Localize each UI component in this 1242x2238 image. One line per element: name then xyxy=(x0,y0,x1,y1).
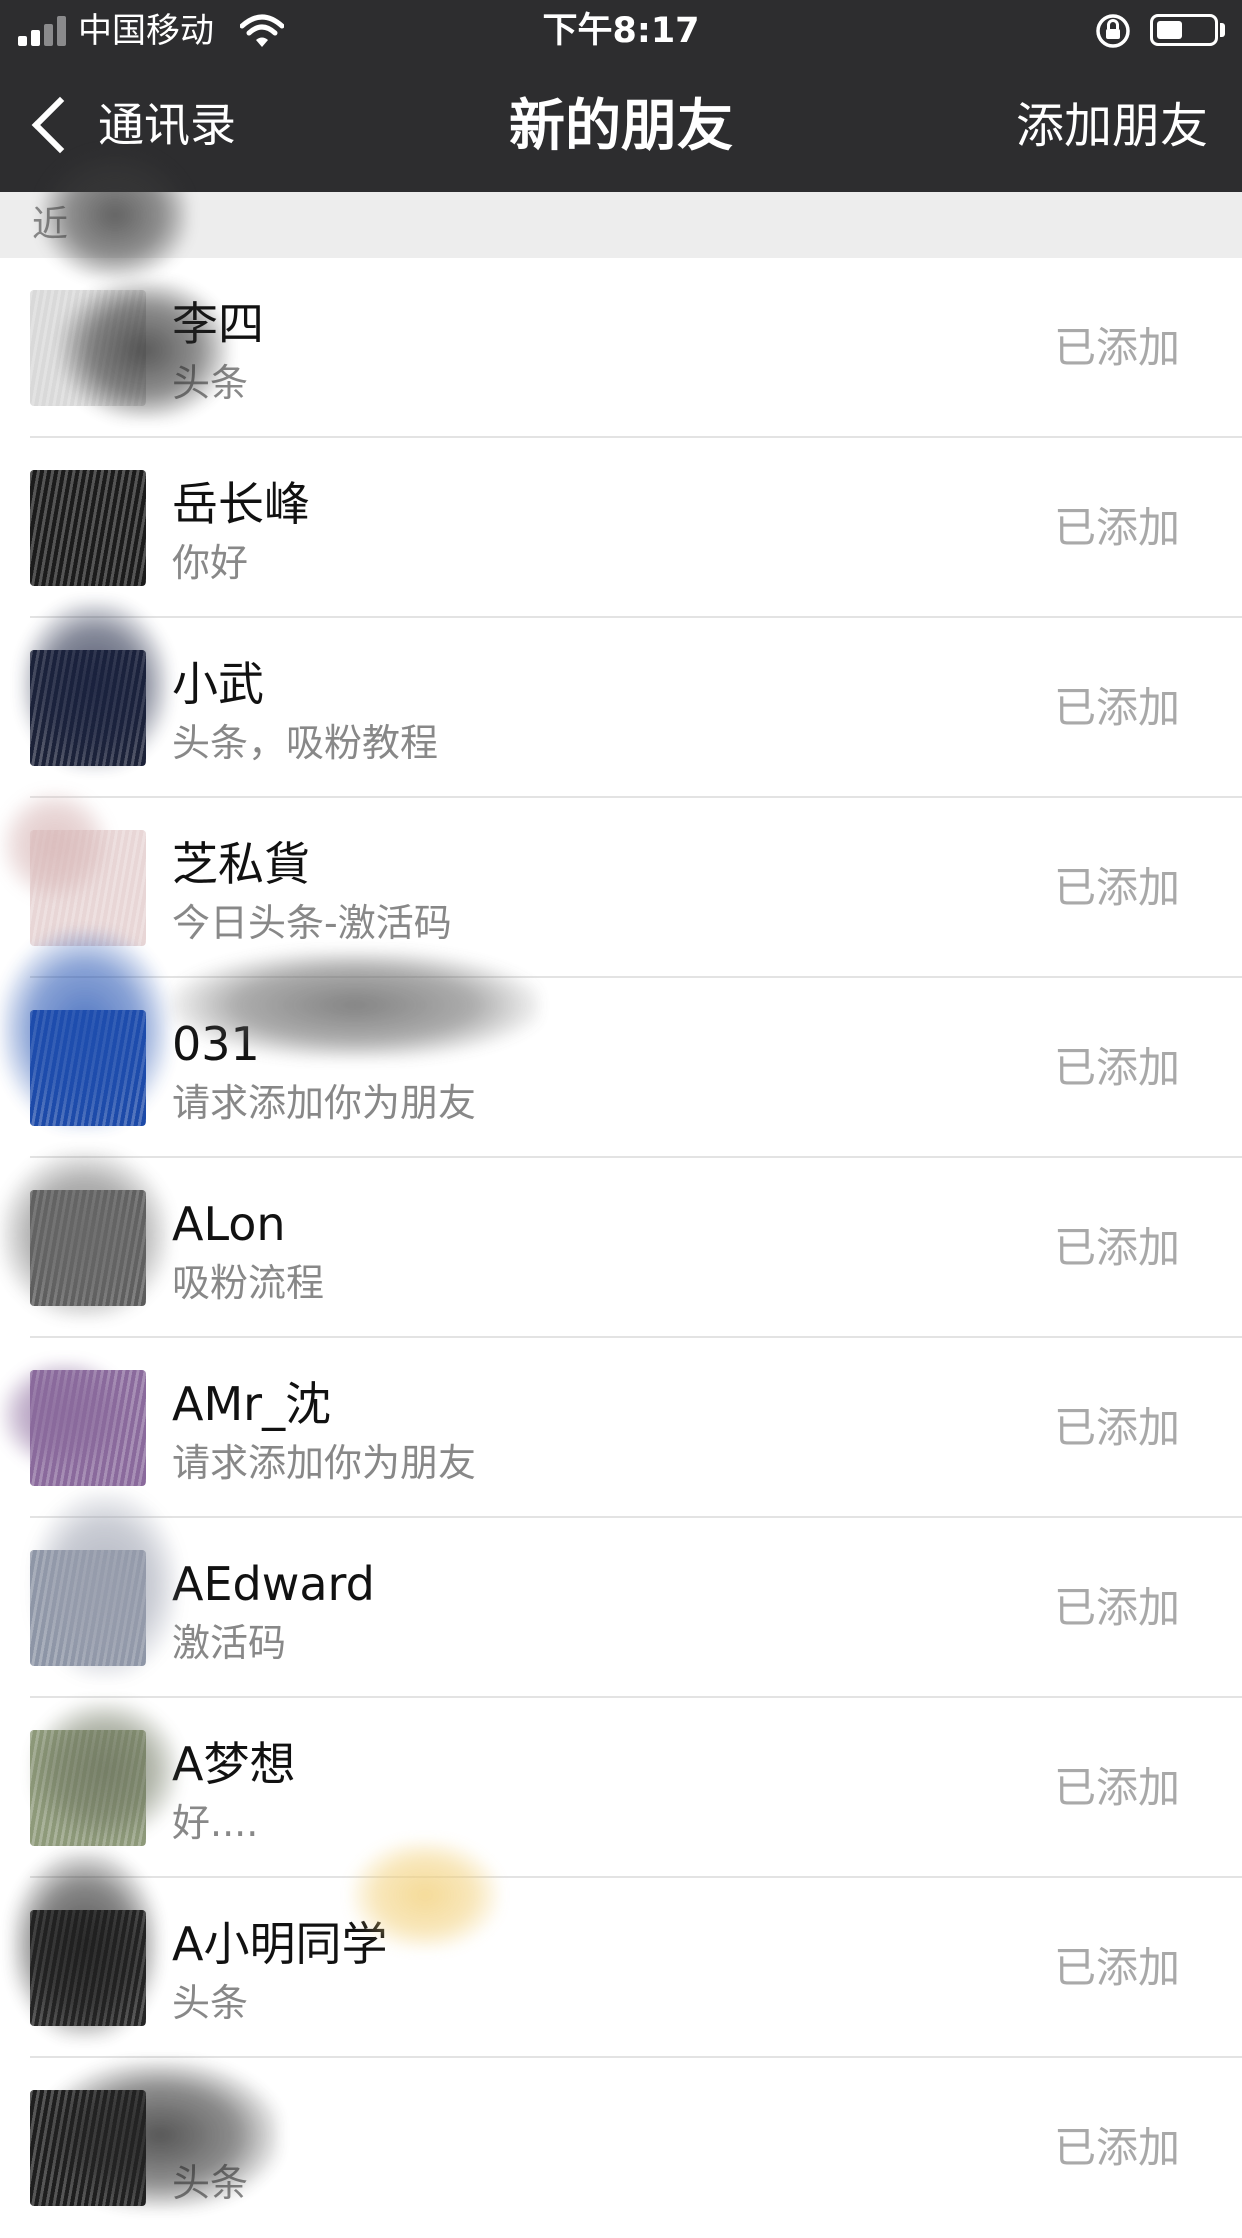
avatar-redaction xyxy=(30,2090,146,2206)
added-status-label: 已添加 xyxy=(1053,1583,1180,1632)
request-message: 头条，吸粉教程 xyxy=(172,721,439,765)
contact-name: 岳长峰 xyxy=(172,477,310,531)
request-message: 头条 xyxy=(172,1981,249,2025)
added-status-label: 已添加 xyxy=(1053,2123,1180,2172)
friend-request-row[interactable]: 李四头条 已添加 xyxy=(0,258,1242,438)
contact-name: A小明同学 xyxy=(172,1917,388,1971)
avatar-redaction xyxy=(30,650,146,766)
contact-name: AEdward xyxy=(172,1557,375,1611)
avatar-redaction xyxy=(30,290,146,406)
avatar[interactable] xyxy=(30,2090,146,2206)
avatar-redaction xyxy=(30,1550,146,1666)
section-header: 近 xyxy=(0,192,1242,258)
contact-name: 小武 xyxy=(172,657,264,711)
avatar-redaction xyxy=(30,1190,146,1306)
contact-name: AMr_沈 xyxy=(172,1377,332,1431)
avatar[interactable] xyxy=(30,1010,146,1126)
request-message: 你好 xyxy=(172,541,249,585)
avatar-redaction xyxy=(30,1730,146,1846)
contact-name: A梦想 xyxy=(172,1737,296,1791)
friend-request-row[interactable]: A小明同学头条 已添加 xyxy=(0,1878,1242,2058)
friend-request-row[interactable]: AMr_沈请求添加你为朋友 已添加 xyxy=(0,1338,1242,1518)
friend-request-list: 李四 头条 已添加 岳长峰 你好 已添加 小武 头条，吸粉教程 已添加 芝私貨 今日头条-激活码 已添… xyxy=(0,258,1242,2238)
status-bar: 中国移动 下午8:17 xyxy=(0,0,1242,62)
orientation-lock-icon xyxy=(1096,14,1130,48)
friend-request-row[interactable]: 头条 已添加 xyxy=(0,2058,1242,2238)
request-message: 激活码 xyxy=(172,1621,287,1665)
section-label: 近 xyxy=(32,204,69,245)
avatar[interactable] xyxy=(30,1910,146,2026)
added-status-label: 已添加 xyxy=(1053,863,1180,912)
added-status-label: 已添加 xyxy=(1053,1403,1180,1452)
friend-request-row[interactable]: 031 请求添加你为朋友 已添加 xyxy=(0,978,1242,1158)
added-status-label: 已添加 xyxy=(1053,683,1180,732)
friend-request-row[interactable]: 岳长峰你好 已添加 xyxy=(0,438,1242,618)
request-message: 好.... xyxy=(172,1801,259,1845)
contact-name: 芝私貨 xyxy=(172,837,310,891)
request-message: 吸粉流程 xyxy=(172,1261,325,1305)
avatar-redaction xyxy=(30,470,146,586)
added-status-label: 已添加 xyxy=(1053,1223,1180,1272)
avatar-redaction xyxy=(30,1010,146,1126)
added-status-label: 已添加 xyxy=(1053,1763,1180,1812)
status-time: 下午8:17 xyxy=(542,11,700,51)
friend-request-row[interactable]: 芝私貨今日头条-激活码 已添加 xyxy=(0,798,1242,978)
avatar[interactable] xyxy=(30,290,146,406)
contact-name: 李四 xyxy=(172,297,264,351)
contact-name: ALon xyxy=(172,1197,286,1251)
navigation-bar: 通讯录 新的朋友 添加朋友 xyxy=(0,62,1242,192)
avatar-redaction xyxy=(30,1910,146,2026)
add-friend-button[interactable]: 添加朋友 xyxy=(1016,94,1208,158)
request-message: 头条 xyxy=(172,361,249,405)
avatar[interactable] xyxy=(30,1190,146,1306)
battery-tip xyxy=(1220,23,1225,37)
added-status-label: 已添加 xyxy=(1053,1043,1180,1092)
added-status-label: 已添加 xyxy=(1053,1943,1180,1992)
battery-icon xyxy=(1150,14,1218,46)
friend-request-row[interactable]: A梦想好.... 已添加 xyxy=(0,1698,1242,1878)
friend-request-row[interactable]: ALon 吸粉流程 已添加 xyxy=(0,1158,1242,1338)
avatar[interactable] xyxy=(30,1730,146,1846)
top-chrome: 中国移动 下午8:17 通讯录 新的朋友 添加朋友 xyxy=(0,0,1242,192)
avatar[interactable] xyxy=(30,650,146,766)
avatar[interactable] xyxy=(30,1370,146,1486)
avatar-redaction xyxy=(30,830,146,946)
avatar[interactable] xyxy=(30,830,146,946)
avatar[interactable] xyxy=(30,470,146,586)
request-message: 请求添加你为朋友 xyxy=(172,1081,477,1125)
request-message: 头条 xyxy=(172,2161,249,2205)
friend-request-row[interactable]: AEdward 激活码 已添加 xyxy=(0,1518,1242,1698)
added-status-label: 已添加 xyxy=(1053,503,1180,552)
request-message: 请求添加你为朋友 xyxy=(172,1441,477,1485)
contact-name: 031 xyxy=(172,1017,260,1071)
avatar-redaction xyxy=(30,1370,146,1486)
added-status-label: 已添加 xyxy=(1053,323,1180,372)
request-message: 今日头条-激活码 xyxy=(172,901,452,945)
friend-request-row[interactable]: 小武头条，吸粉教程 已添加 xyxy=(0,618,1242,798)
avatar[interactable] xyxy=(30,1550,146,1666)
